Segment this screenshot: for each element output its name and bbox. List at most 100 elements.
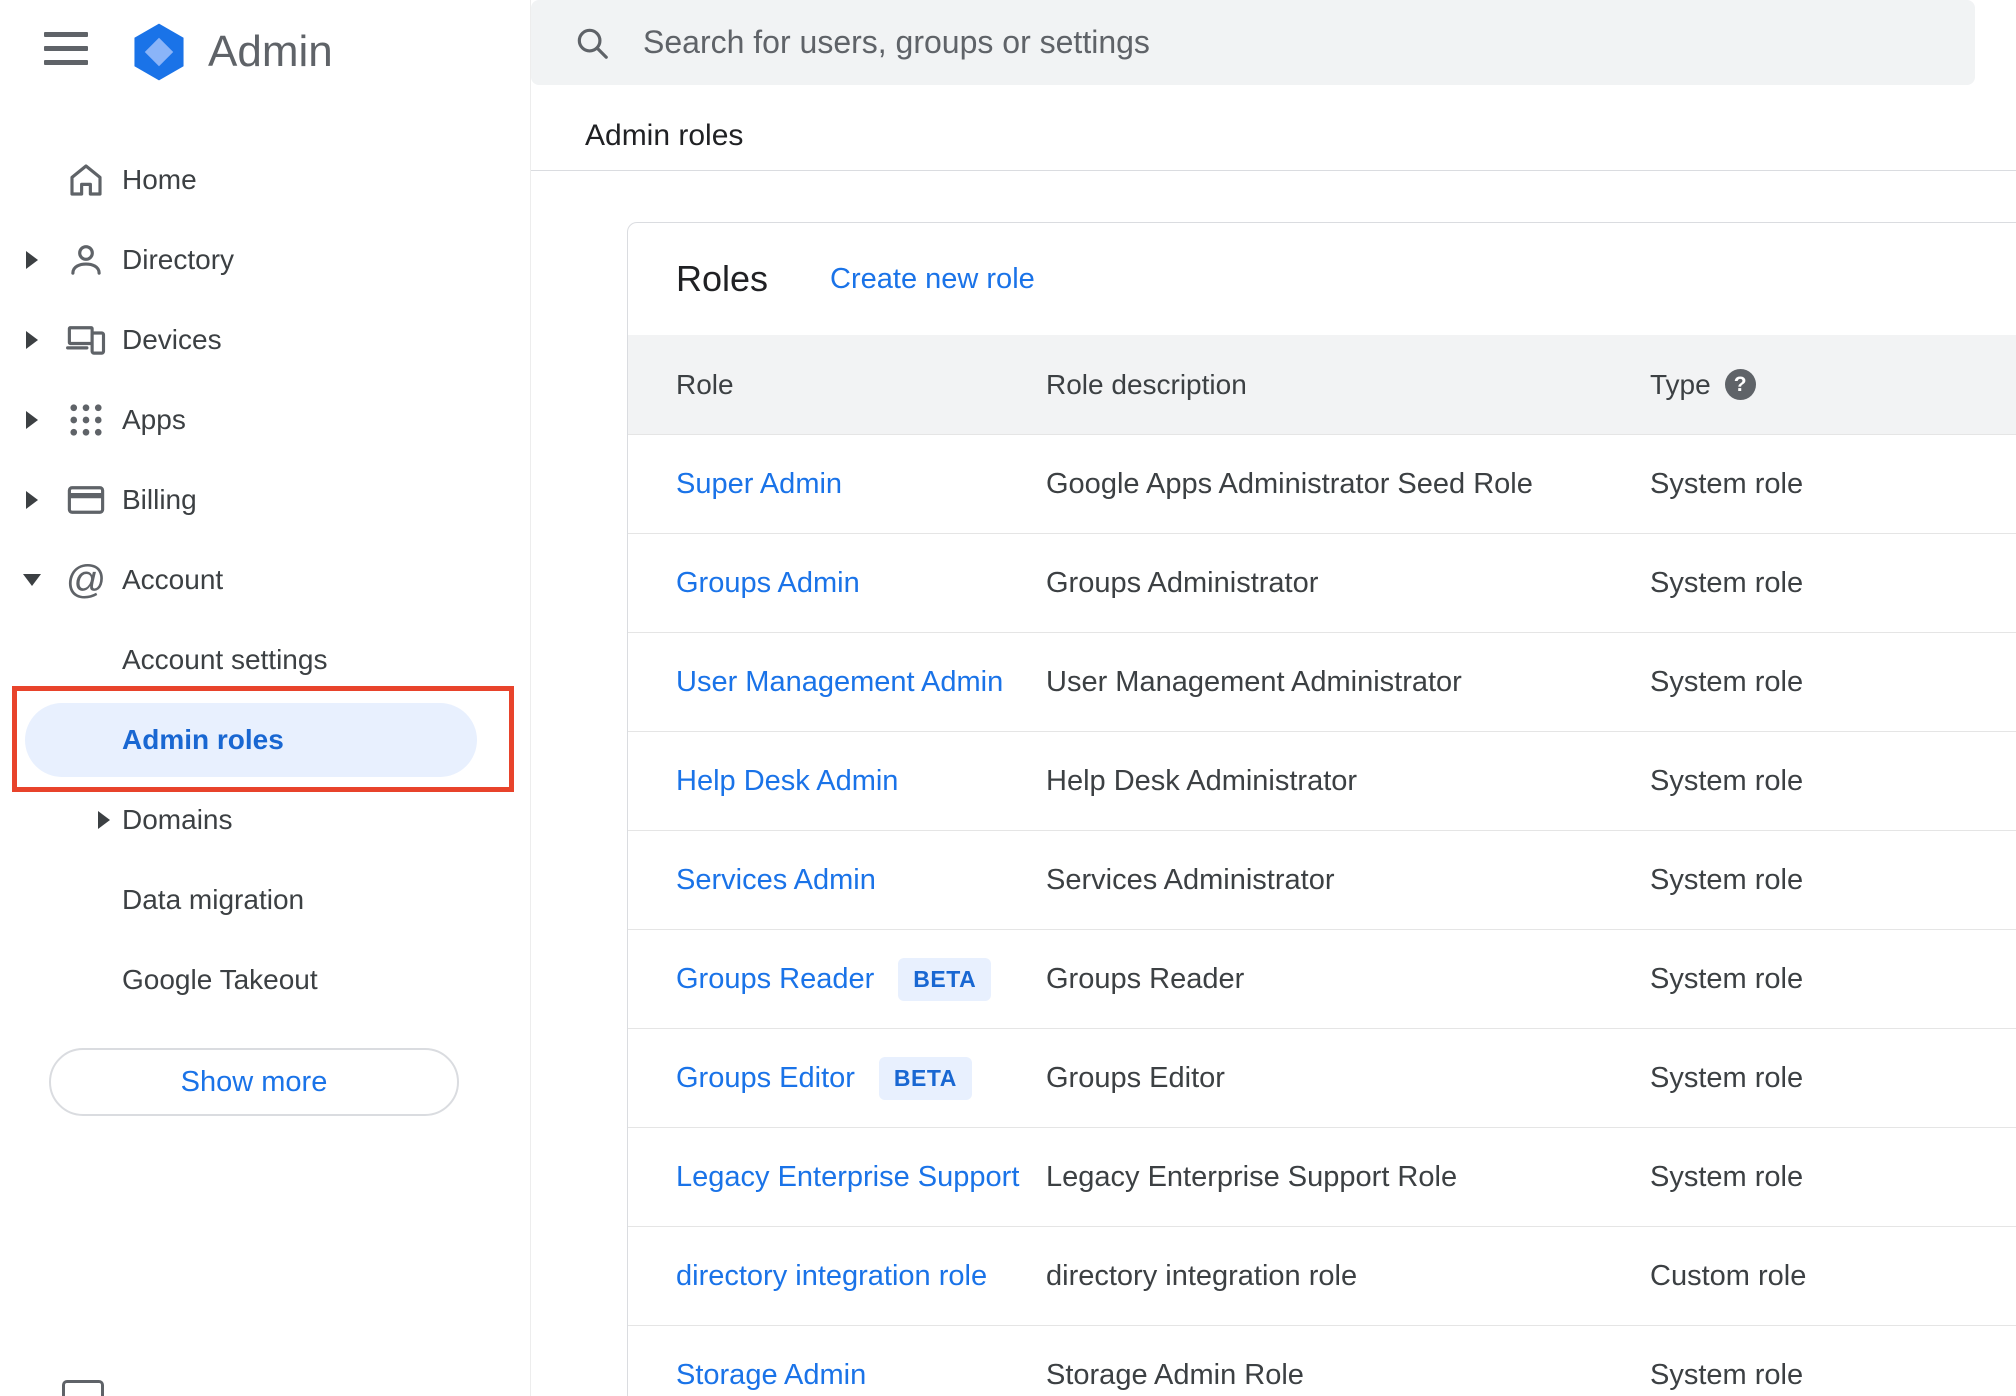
role-description: Google Apps Administrator Seed Role bbox=[1046, 467, 1533, 500]
expand-arrow-icon[interactable] bbox=[26, 251, 38, 269]
sidebar-item-label: Data migration bbox=[122, 884, 305, 915]
role-link[interactable]: Super Admin bbox=[676, 468, 842, 501]
table-row: directory integration role directory int… bbox=[628, 1226, 2016, 1325]
table-header: Role Role description Type ? bbox=[628, 335, 2016, 434]
collapse-arrow-icon[interactable] bbox=[23, 574, 41, 586]
sidebar-item-label: Google Takeout bbox=[122, 964, 318, 995]
table-row: Storage Admin Storage Admin Role System … bbox=[628, 1325, 2016, 1396]
sidebar-item-account-settings[interactable]: Account settings bbox=[0, 620, 530, 700]
breadcrumb: Admin roles bbox=[585, 119, 744, 152]
expand-arrow-icon[interactable] bbox=[26, 331, 38, 349]
role-link[interactable]: Legacy Enterprise Support bbox=[676, 1161, 1019, 1194]
truncated-icon bbox=[62, 1380, 104, 1396]
roles-table: Super Admin Google Apps Administrator Se… bbox=[628, 434, 2016, 1396]
role-description: Services Administrator bbox=[1046, 863, 1335, 896]
expand-arrow-icon[interactable] bbox=[26, 491, 38, 509]
table-row: Groups Reader BETA Groups Reader System … bbox=[628, 929, 2016, 1028]
role-type: System role bbox=[1650, 665, 1804, 698]
role-description: directory integration role bbox=[1046, 1259, 1358, 1292]
home-icon bbox=[64, 158, 108, 202]
credit-card-icon bbox=[64, 478, 108, 522]
create-new-role-link[interactable]: Create new role bbox=[830, 263, 1035, 296]
role-type: System role bbox=[1650, 1160, 1804, 1193]
table-row: User Management Admin User Management Ad… bbox=[628, 632, 2016, 731]
role-description: Legacy Enterprise Support Role bbox=[1046, 1160, 1458, 1193]
role-cell: User Management Admin bbox=[676, 666, 1046, 699]
sidebar-item-label: Home bbox=[122, 164, 197, 195]
role-link[interactable]: Services Admin bbox=[676, 864, 876, 897]
devices-icon bbox=[64, 318, 108, 362]
sidebar-item-google-takeout[interactable]: Google Takeout bbox=[0, 940, 530, 1020]
divider bbox=[531, 170, 2016, 171]
role-link[interactable]: Groups Editor bbox=[676, 1062, 855, 1095]
sidebar-item-domains[interactable]: Domains bbox=[0, 780, 530, 860]
role-type: System role bbox=[1650, 863, 1804, 896]
sidebar-item-apps[interactable]: Apps bbox=[0, 380, 530, 460]
sidebar: Admin Home Directory Devices Apps Billin… bbox=[0, 0, 531, 1396]
sidebar-item-label: Directory bbox=[122, 244, 235, 275]
show-more-button[interactable]: Show more bbox=[49, 1048, 459, 1116]
sidebar-item-label: Devices bbox=[122, 324, 222, 355]
page-title: Roles bbox=[676, 258, 769, 299]
column-header-type-label: Type bbox=[1650, 368, 1711, 400]
table-row: Groups Admin Groups Administrator System… bbox=[628, 533, 2016, 632]
beta-badge: BETA bbox=[878, 1056, 972, 1100]
role-link[interactable]: User Management Admin bbox=[676, 666, 1003, 699]
role-cell: Services Admin bbox=[676, 864, 1046, 897]
help-icon[interactable]: ? bbox=[1724, 369, 1756, 400]
sidebar-item-admin-roles[interactable]: Admin roles bbox=[0, 700, 530, 780]
table-row: Services Admin Services Administrator Sy… bbox=[628, 830, 2016, 929]
role-link[interactable]: Groups Reader bbox=[676, 963, 874, 996]
role-type: System role bbox=[1650, 764, 1804, 797]
roles-card-header: Roles Create new role bbox=[628, 223, 2016, 335]
beta-badge: BETA bbox=[898, 957, 992, 1001]
table-row: Legacy Enterprise Support Legacy Enterpr… bbox=[628, 1127, 2016, 1226]
role-description: Groups Editor bbox=[1046, 1061, 1225, 1094]
sidebar-item-label: Account bbox=[122, 564, 224, 595]
sidebar-item-account[interactable]: @ Account bbox=[0, 540, 530, 620]
sidebar-item-devices[interactable]: Devices bbox=[0, 300, 530, 380]
table-row: Help Desk Admin Help Desk Administrator … bbox=[628, 731, 2016, 830]
search-input[interactable] bbox=[641, 6, 1945, 79]
sidebar-item-label: Account settings bbox=[122, 644, 328, 675]
menu-icon[interactable] bbox=[44, 24, 92, 72]
expand-arrow-icon[interactable] bbox=[26, 411, 38, 429]
sidebar-item-billing[interactable]: Billing bbox=[0, 460, 530, 540]
brand-title: Admin bbox=[208, 27, 333, 76]
role-cell: Legacy Enterprise Support bbox=[676, 1161, 1046, 1194]
role-cell: Storage Admin bbox=[676, 1359, 1046, 1392]
role-cell: directory integration role bbox=[676, 1260, 1046, 1293]
sidebar-item-data-migration[interactable]: Data migration bbox=[0, 860, 530, 940]
role-link[interactable]: directory integration role bbox=[676, 1260, 987, 1293]
admin-logo-icon bbox=[134, 23, 184, 81]
sidebar-item-label: Domains bbox=[122, 804, 233, 835]
expand-arrow-icon[interactable] bbox=[98, 811, 110, 829]
roles-card: Roles Create new role Role Role descript… bbox=[627, 222, 2016, 1396]
person-icon bbox=[64, 238, 108, 282]
role-cell: Groups Admin bbox=[676, 567, 1046, 600]
role-description: Help Desk Administrator bbox=[1046, 764, 1358, 797]
column-header-type: Type ? bbox=[1650, 369, 2016, 401]
role-type: System role bbox=[1650, 962, 1804, 995]
role-cell: Groups Editor BETA bbox=[676, 1056, 1046, 1100]
role-link[interactable]: Groups Admin bbox=[676, 567, 860, 600]
role-link[interactable]: Help Desk Admin bbox=[676, 765, 898, 798]
apps-grid-icon bbox=[64, 398, 108, 442]
sidebar-item-label: Apps bbox=[122, 404, 186, 435]
role-type: System role bbox=[1650, 566, 1804, 599]
role-description: Storage Admin Role bbox=[1046, 1358, 1304, 1391]
sidebar-item-directory[interactable]: Directory bbox=[0, 220, 530, 300]
role-description: User Management Administrator bbox=[1046, 665, 1462, 698]
at-sign-icon: @ bbox=[65, 558, 107, 602]
role-cell: Help Desk Admin bbox=[676, 765, 1046, 798]
role-cell: Super Admin bbox=[676, 468, 1046, 501]
search-icon bbox=[577, 28, 608, 59]
sidebar-item-home[interactable]: Home bbox=[0, 140, 530, 220]
table-row: Super Admin Google Apps Administrator Se… bbox=[628, 434, 2016, 533]
role-link[interactable]: Storage Admin bbox=[676, 1359, 866, 1392]
sidebar-nav: Home Directory Devices Apps Billing @ Ac… bbox=[0, 140, 530, 620]
column-header-role: Role bbox=[676, 368, 734, 400]
role-type: System role bbox=[1650, 467, 1804, 500]
search-bar bbox=[531, 0, 1975, 85]
role-cell: Groups Reader BETA bbox=[676, 957, 1046, 1001]
